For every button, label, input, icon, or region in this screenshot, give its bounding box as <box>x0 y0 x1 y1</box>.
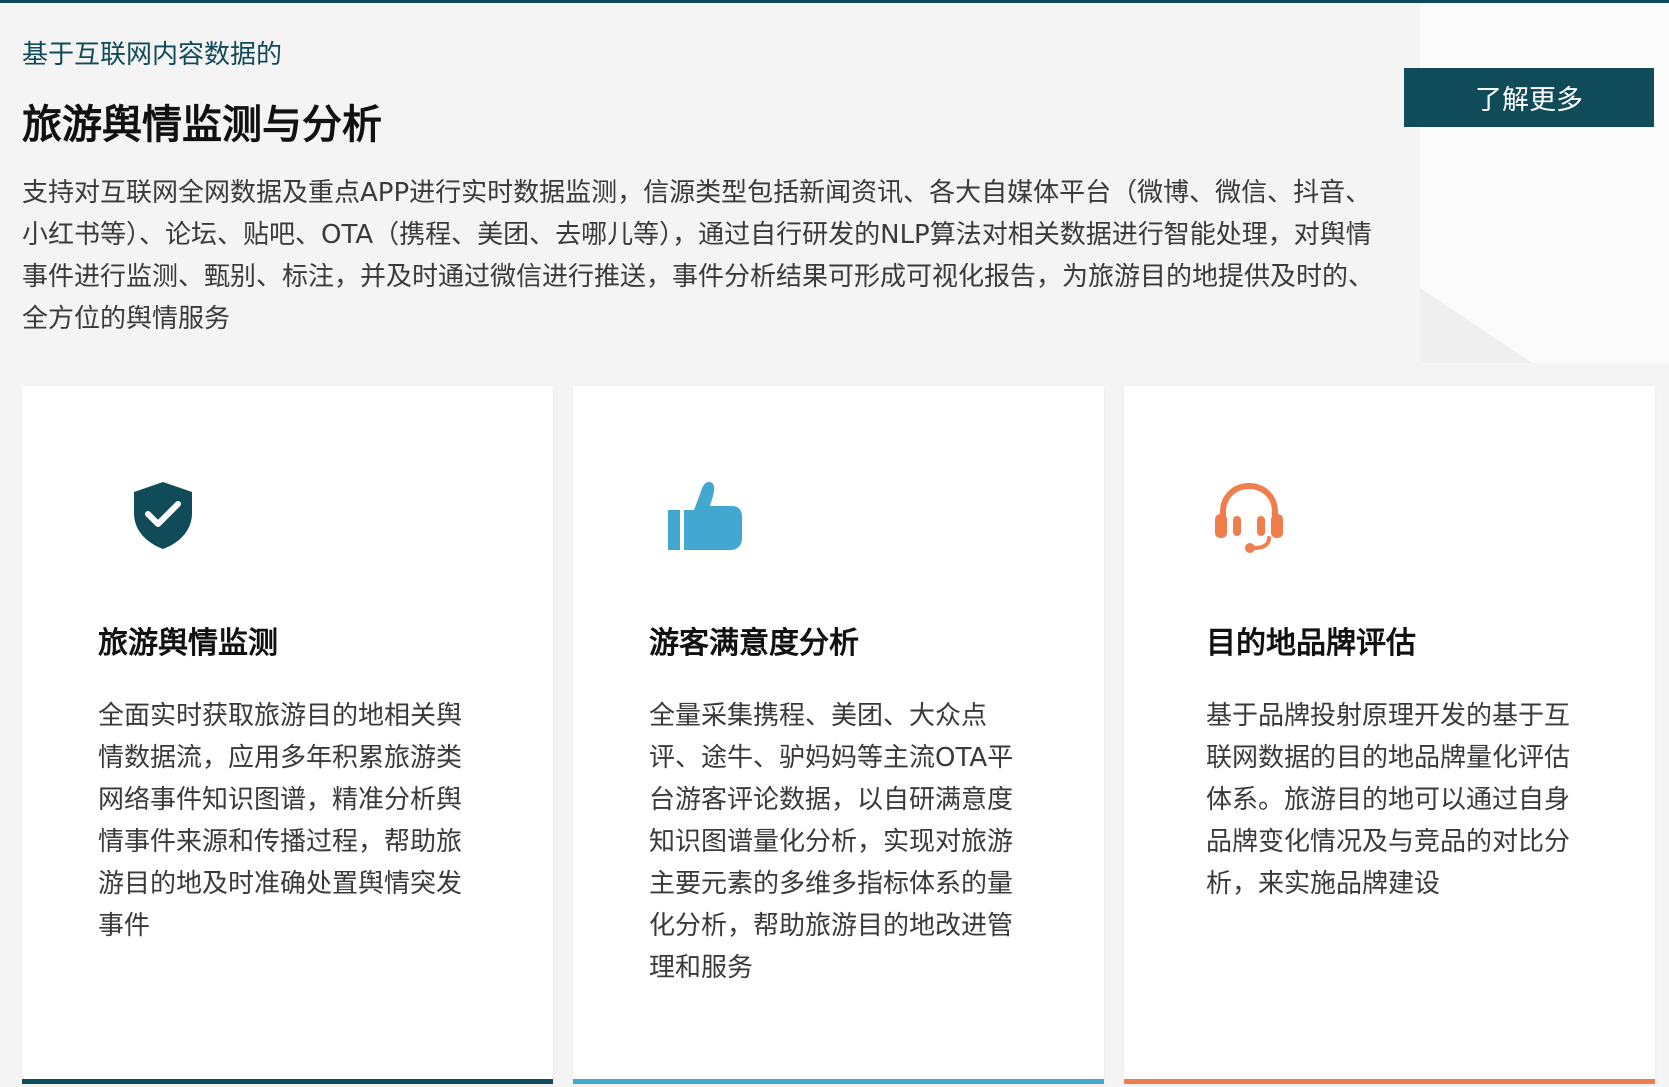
hero-eyebrow: 基于互联网内容数据的 <box>22 40 283 70</box>
feature-card-monitoring: 旅游舆情监测 全面实时获取旅游目的地相关舆情数据流，应用多年积累旅游类网络事件知… <box>22 386 553 1084</box>
card-accent-bar <box>1124 1079 1655 1084</box>
hero-description: 支持对互联网全网数据及重点APP进行实时数据监测，信源类型包括新闻资讯、各大自媒… <box>22 178 1375 334</box>
card-title: 旅游舆情监测 <box>98 626 278 661</box>
learn-more-button[interactable]: 了解更多 <box>1404 68 1654 127</box>
card-text: 全量采集携程、美团、大众点评、途牛、驴妈妈等主流OTA平台游客评论数据，以自研满… <box>649 701 1014 983</box>
thumbs-up-icon <box>662 474 742 554</box>
feature-card-brand: 目的地品牌评估 基于品牌投射原理开发的基于互联网数据的目的地品牌量化评估体系。旅… <box>1124 386 1655 1084</box>
feature-card-satisfaction: 游客满意度分析 全量采集携程、美团、大众点评、途牛、驴妈妈等主流OTA平台游客评… <box>573 386 1104 1084</box>
card-text: 基于品牌投射原理开发的基于互联网数据的目的地品牌量化评估体系。旅游目的地可以通过… <box>1206 701 1571 899</box>
card-accent-bar <box>573 1079 1104 1084</box>
headset-icon <box>1209 474 1289 554</box>
shield-check-icon <box>123 474 203 554</box>
card-accent-bar <box>22 1079 553 1084</box>
card-title: 游客满意度分析 <box>649 626 859 661</box>
card-text: 全面实时获取旅游目的地相关舆情数据流，应用多年积累旅游类网络事件知识图谱，精准分… <box>98 701 463 941</box>
page-title: 旅游舆情监测与分析 <box>22 102 382 148</box>
card-title: 目的地品牌评估 <box>1206 626 1416 661</box>
